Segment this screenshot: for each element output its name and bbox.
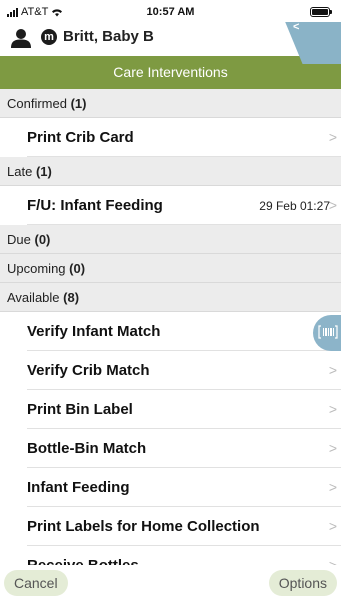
clock: 10:57 AM (146, 6, 195, 18)
item-label: Infant Feeding (27, 479, 130, 496)
mother-badge: m (41, 29, 57, 45)
list-item-print-crib-card[interactable]: Print Crib Card > (27, 118, 341, 157)
footer-bar: Cancel Options (0, 565, 341, 605)
list-item-infant-feeding[interactable]: Infant Feeding > (27, 468, 341, 507)
section-late: Late (1) (0, 157, 341, 186)
list-item-verify-infant-match[interactable]: Verify Infant Match > (27, 312, 341, 351)
page-title: Care Interventions (0, 56, 341, 89)
chevron-right-icon: > (328, 557, 337, 565)
list-item-print-bin-label[interactable]: Print Bin Label > (27, 390, 341, 429)
section-due: Due (0) (0, 225, 341, 254)
options-button[interactable]: Options (268, 570, 337, 596)
item-label: Receive Bottles (27, 557, 139, 565)
item-label: Verify Infant Match (27, 323, 161, 340)
item-label: F/U: Infant Feeding (27, 197, 163, 214)
status-bar: AT&T 10:57 AM (0, 0, 341, 24)
chevron-right-icon: > (328, 362, 337, 378)
list-item-receive-bottles[interactable]: Receive Bottles > (27, 546, 341, 565)
list-item-print-labels-home-collection[interactable]: Print Labels for Home Collection > (27, 507, 341, 546)
chevron-right-icon: > (328, 401, 337, 417)
intervention-list[interactable]: Confirmed (1) Print Crib Card > Late (1)… (0, 89, 341, 565)
due-date: 29 Feb 01:27 (259, 199, 330, 213)
person-icon (11, 29, 31, 48)
chevron-right-icon: > (328, 518, 337, 534)
item-label: Print Bin Label (27, 401, 133, 418)
chevron-right-icon: > (328, 197, 337, 213)
cancel-button[interactable]: Cancel (4, 570, 68, 596)
item-label: Bottle-Bin Match (27, 440, 147, 457)
list-item-bottle-bin-match[interactable]: Bottle-Bin Match > (27, 429, 341, 468)
chevron-right-icon: > (328, 440, 337, 456)
chevron-right-icon: > (328, 479, 337, 495)
barcode-scan-button[interactable] (313, 315, 341, 351)
item-label: Print Crib Card (27, 129, 134, 146)
list-item-fu-infant-feeding[interactable]: F/U: Infant Feeding 29 Feb 01:27 > (27, 186, 341, 225)
section-available: Available (8) (0, 283, 341, 312)
patient-name: Britt, Baby B (63, 28, 154, 45)
barcode-scan-icon (318, 325, 338, 339)
list-item-verify-crib-match[interactable]: Verify Crib Match > (27, 351, 341, 390)
section-upcoming: Upcoming (0) (0, 254, 341, 283)
item-label: Verify Crib Match (27, 362, 150, 379)
chevron-right-icon: > (328, 129, 337, 145)
battery-icon (310, 7, 332, 17)
section-confirmed: Confirmed (1) (0, 89, 341, 118)
item-label: Print Labels for Home Collection (27, 518, 260, 535)
chevron-left-icon: < (293, 21, 300, 33)
